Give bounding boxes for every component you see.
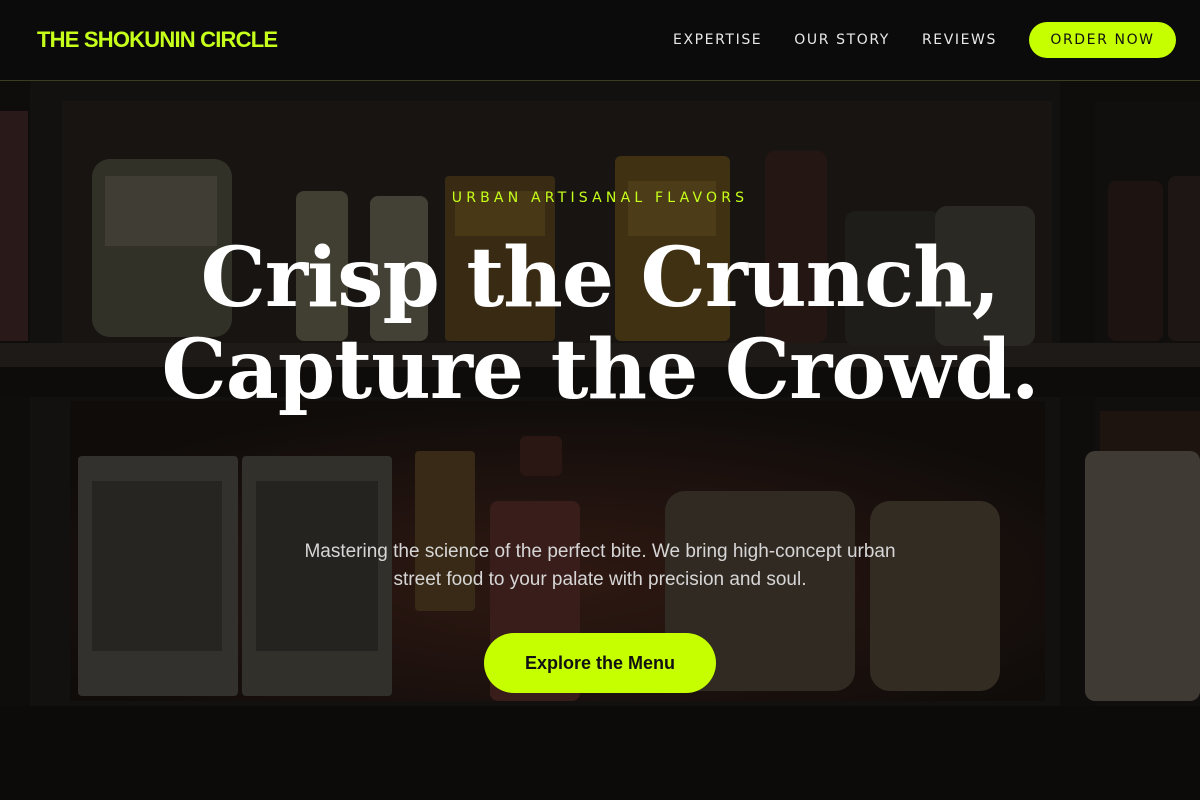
nav-links: EXPERTISE OUR STORY REVIEWS ORDER NOW bbox=[641, 22, 1176, 58]
explore-menu-button[interactable]: Explore the Menu bbox=[484, 633, 716, 693]
nav-link-expertise[interactable]: EXPERTISE bbox=[673, 32, 762, 48]
nav-link-reviews[interactable]: REVIEWS bbox=[922, 32, 997, 48]
hero-eyebrow: URBAN ARTISANAL FLAVORS bbox=[451, 190, 749, 206]
top-nav: THE SHOKUNIN CIRCLE EXPERTISE OUR STORY … bbox=[0, 0, 1200, 81]
order-now-button[interactable]: ORDER NOW bbox=[1029, 22, 1176, 58]
brand-logo[interactable]: THE SHOKUNIN CIRCLE bbox=[37, 27, 278, 53]
hero-subtext: Mastering the science of the perfect bit… bbox=[304, 541, 896, 590]
nav-link-our-story[interactable]: OUR STORY bbox=[794, 32, 890, 48]
hero-headline: Crisp the Crunch, Capture the Crowd. bbox=[161, 230, 1040, 418]
